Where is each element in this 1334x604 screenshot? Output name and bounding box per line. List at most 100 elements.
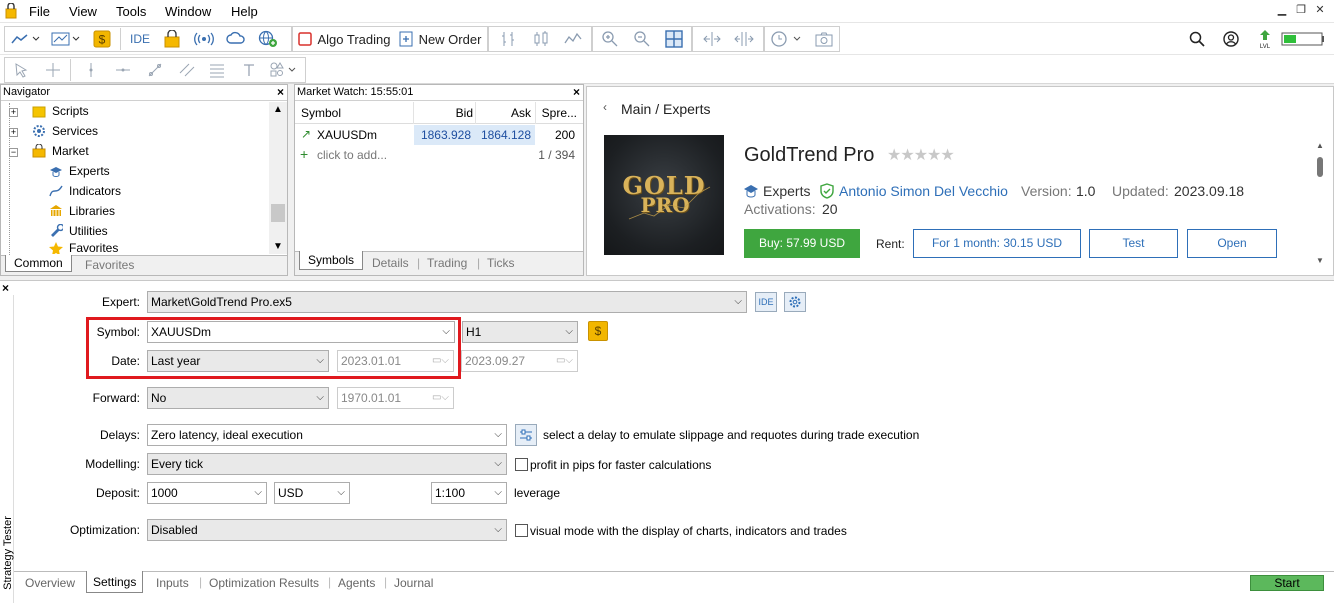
chart-shift-button[interactable] — [730, 27, 758, 51]
zoom-out-button[interactable] — [630, 27, 654, 51]
tab-optimization-results[interactable]: Optimization Results — [209, 576, 319, 590]
signals-button[interactable] — [192, 27, 216, 51]
navigator-scrollbar[interactable]: ▲ ▼ — [269, 102, 287, 254]
col-bid[interactable]: Bid — [456, 106, 473, 120]
start-button[interactable]: Start — [1250, 575, 1324, 591]
channel-button[interactable] — [176, 58, 198, 82]
line-chart-button[interactable] — [560, 27, 586, 51]
tab-favorites[interactable]: Favorites — [85, 258, 134, 272]
modelling-select[interactable]: Every tick ⌵ — [147, 453, 507, 475]
col-symbol[interactable]: Symbol — [301, 106, 341, 120]
deposit-select[interactable]: 1000 ⌵ — [147, 482, 267, 504]
ide-button[interactable]: IDE — [126, 27, 154, 51]
crosshair-button[interactable] — [42, 58, 64, 82]
tab-agents[interactable]: Agents — [338, 576, 375, 590]
leverage-select[interactable]: 1:100 ⌵ — [431, 482, 507, 504]
tile-windows-button[interactable] — [662, 27, 686, 51]
scroll-down-icon[interactable]: ▼ — [273, 241, 283, 252]
back-chevron-icon[interactable]: ‹ — [603, 100, 607, 114]
nav-item-experts[interactable]: Experts — [49, 162, 110, 180]
menu-help[interactable]: Help — [231, 4, 258, 19]
table-row[interactable]: ↗ XAUUSDm 1863.928 1864.128 200 — [295, 125, 583, 145]
forward-select[interactable]: No ⌵ — [147, 387, 329, 409]
new-order-button[interactable]: New Order — [398, 27, 482, 51]
col-spread[interactable]: Spre... — [542, 106, 577, 120]
nav-item-utilities[interactable]: Utilities — [49, 222, 108, 240]
nav-item-services[interactable]: + Services — [9, 122, 98, 140]
new-chart-button[interactable] — [8, 27, 44, 51]
add-symbol-row[interactable]: + click to add... 1 / 394 — [295, 145, 583, 165]
vps-button[interactable] — [224, 27, 248, 51]
tab-common[interactable]: Common — [5, 255, 72, 272]
tab-ticks[interactable]: Ticks — [487, 256, 515, 270]
trend-line-button[interactable] — [144, 58, 166, 82]
menu-file[interactable]: File — [29, 4, 50, 19]
web-services-button[interactable] — [256, 27, 280, 51]
nav-item-indicators[interactable]: Indicators — [49, 182, 121, 200]
date-to-field[interactable]: 2023.09.27 ▭⌵ — [461, 350, 578, 372]
scroll-up-icon[interactable]: ▲ — [273, 104, 283, 115]
scroll-thumb[interactable] — [271, 204, 285, 222]
search-button[interactable] — [1186, 27, 1208, 51]
shapes-button[interactable] — [268, 58, 300, 82]
optimization-select[interactable]: Disabled ⌵ — [147, 519, 507, 541]
symbol-dollar-icon[interactable]: $ — [588, 321, 608, 341]
menu-tools[interactable]: Tools — [116, 4, 146, 19]
horizontal-line-button[interactable] — [112, 58, 134, 82]
tab-trading[interactable]: Trading — [427, 256, 467, 270]
breadcrumb[interactable]: Main / Experts — [621, 101, 710, 117]
product-category[interactable]: Experts — [763, 183, 810, 199]
delays-select[interactable]: Zero latency, ideal execution ⌵ — [147, 424, 507, 446]
fibonacci-button[interactable] — [206, 58, 228, 82]
currency-select[interactable]: USD ⌵ — [274, 482, 350, 504]
pips-checkbox[interactable] — [515, 458, 528, 471]
level-button[interactable]: LVL — [1254, 27, 1276, 51]
tab-inputs[interactable]: Inputs — [156, 576, 189, 590]
expert-ide-button[interactable]: IDE — [755, 292, 777, 312]
scroll-up-icon[interactable]: ▲ — [1316, 141, 1324, 150]
col-ask[interactable]: Ask — [511, 106, 531, 120]
bar-chart-button[interactable] — [496, 27, 522, 51]
test-button[interactable]: Test — [1089, 229, 1178, 258]
tab-details[interactable]: Details — [372, 256, 409, 270]
scroll-chart-button[interactable] — [698, 27, 726, 51]
symbol-select[interactable]: XAUUSDm ⌵ — [147, 321, 455, 343]
menu-view[interactable]: View — [69, 4, 97, 19]
cursor-button[interactable] — [10, 58, 32, 82]
open-button[interactable]: Open — [1187, 229, 1277, 258]
tab-overview[interactable]: Overview — [25, 576, 75, 590]
nav-item-scripts[interactable]: + Scripts — [9, 102, 89, 120]
nav-item-libraries[interactable]: Libraries — [49, 202, 115, 220]
chart-template-button[interactable] — [48, 27, 84, 51]
expert-settings-button[interactable] — [784, 292, 806, 312]
forward-date-field[interactable]: 1970.01.01 ▭⌵ — [337, 387, 454, 409]
menu-window[interactable]: Window — [165, 4, 211, 19]
market-watch-close-icon[interactable]: × — [573, 85, 580, 100]
navigator-close-icon[interactable]: × — [277, 85, 284, 100]
tab-settings[interactable]: Settings — [86, 571, 144, 593]
rating-stars-icon[interactable]: ★★★★★ — [887, 145, 955, 165]
date-range-select[interactable]: Last year ⌵ — [147, 350, 329, 372]
minimize-icon[interactable]: ▁ — [1274, 3, 1290, 17]
zoom-in-button[interactable] — [598, 27, 622, 51]
expand-icon[interactable]: + — [9, 128, 18, 137]
vertical-line-button[interactable] — [80, 58, 102, 82]
timeframe-select[interactable]: H1 ⌵ — [462, 321, 578, 343]
close-icon[interactable]: ✕ — [1312, 3, 1328, 17]
market-bag-button[interactable] — [160, 27, 184, 51]
market-scrollbar[interactable]: ▲ ▼ — [1315, 141, 1325, 265]
scroll-down-icon[interactable]: ▼ — [1316, 256, 1324, 265]
nav-item-favorites[interactable]: Favorites — [49, 242, 118, 254]
candles-button[interactable] — [528, 27, 554, 51]
expert-select[interactable]: Market\GoldTrend Pro.ex5 ⌵ — [147, 291, 747, 313]
market-button[interactable]: $ — [90, 27, 114, 51]
visual-mode-checkbox[interactable] — [515, 524, 528, 537]
tester-close-icon[interactable]: × — [2, 281, 9, 295]
nav-item-market[interactable]: − Market — [9, 142, 89, 160]
collapse-icon[interactable]: − — [9, 148, 18, 157]
algo-trading-button[interactable]: Algo Trading — [296, 27, 392, 51]
date-from-field[interactable]: 2023.01.01 ▭⌵ — [337, 350, 454, 372]
tab-symbols[interactable]: Symbols — [299, 251, 364, 270]
delay-settings-button[interactable] — [515, 424, 537, 446]
scroll-thumb[interactable] — [1317, 157, 1323, 177]
